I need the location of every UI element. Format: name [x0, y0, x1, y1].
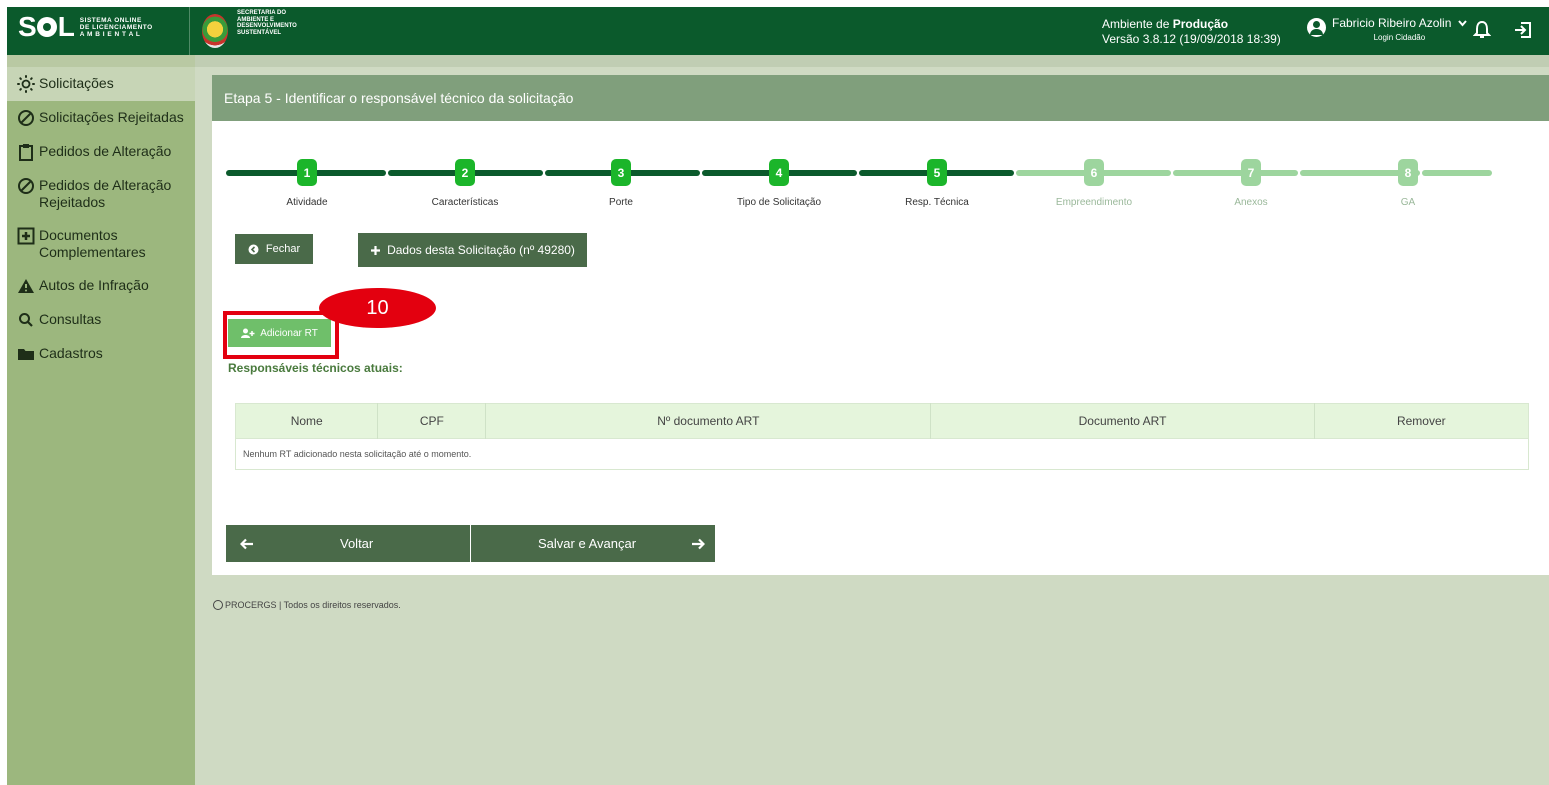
sun-icon: [17, 75, 35, 93]
step-2-node[interactable]: 2: [455, 159, 475, 186]
step-8-node: 8: [1398, 159, 1418, 186]
logout-icon[interactable]: [1513, 20, 1533, 40]
ban-icon: [17, 109, 35, 127]
login-type: Login Cidadão: [1373, 33, 1426, 42]
step-4-label: Tipo de Solicitação: [736, 197, 822, 208]
highlight-box: [223, 311, 339, 359]
arrow-right-icon: [692, 538, 706, 549]
sidebar-item-cadastros[interactable]: Cadastros: [7, 337, 195, 371]
sol-logo-word: SL: [18, 11, 75, 42]
sidebar-item-pedidos-alteracao-rejeitados[interactable]: Pedidos de Alteração Rejeitados: [7, 169, 195, 219]
bell-icon[interactable]: [1473, 20, 1491, 40]
request-details-button[interactable]: Dados desta Solicitação (nº 49280): [358, 233, 587, 267]
step-5-node[interactable]: 5: [927, 159, 947, 186]
back-button[interactable]: Voltar: [226, 525, 470, 562]
state-seal-icon: [202, 14, 228, 48]
column-header-nome: Nome: [235, 403, 379, 439]
table-row: Nenhum RT adicionado nesta solicitação a…: [235, 438, 1529, 470]
sidebar-item-autos-infracao[interactable]: Autos de Infração: [7, 269, 195, 303]
plus-square-icon: [17, 227, 35, 245]
rt-table: Nome CPF Nº documento ART Documento ART …: [235, 403, 1529, 470]
step-7-label: Anexos: [1234, 197, 1268, 208]
step-5-label: Resp. Técnica: [905, 197, 969, 208]
step-6-node: 6: [1084, 159, 1104, 186]
step-8-label: GA: [1400, 197, 1416, 208]
page-title: Etapa 5 - Identificar o responsável técn…: [212, 75, 1549, 121]
column-header-art-number: Nº documento ART: [485, 403, 932, 439]
table-header-row: Nome CPF Nº documento ART Documento ART …: [235, 403, 1529, 439]
sidebar-item-pedidos-alteracao[interactable]: Pedidos de Alteração: [7, 135, 195, 169]
sidebar-item-documentos-complementares[interactable]: Documentos Complementares: [7, 219, 195, 269]
column-header-remover: Remover: [1314, 403, 1529, 439]
step-1-label: Atividade: [286, 197, 328, 208]
save-next-button[interactable]: Salvar e Avançar: [471, 525, 715, 562]
step-6-label: Empreendimento: [1055, 197, 1133, 208]
sidebar-item-solicitacoes-rejeitadas[interactable]: Solicitações Rejeitadas: [7, 101, 195, 135]
step-3-node[interactable]: 3: [611, 159, 631, 186]
step-7-node: 7: [1241, 159, 1261, 186]
rt-section-title: Responsáveis técnicos atuais:: [228, 361, 403, 375]
footer: PROCERGS | Todos os direitos reservados.: [213, 600, 401, 610]
user-avatar-icon: [1307, 18, 1326, 37]
version-text: Versão 3.8.12 (19/09/2018 18:39): [1102, 32, 1281, 46]
user-menu[interactable]: Fabricio Ribeiro Azolin Login Cidadão: [1307, 16, 1467, 42]
header-divider: [189, 7, 190, 55]
clipboard-icon: [17, 143, 35, 161]
progress-stepper: 1 2 3 4 5 6 7 8 Atividade Característica…: [226, 159, 1492, 211]
close-button[interactable]: Fechar: [235, 234, 313, 264]
sidebar-item-solicitacoes[interactable]: Solicitações: [7, 67, 195, 101]
ban-icon: [17, 177, 35, 195]
step-4-node[interactable]: 4: [769, 159, 789, 186]
empty-table-message: Nenhum RT adicionado nesta solicitação a…: [235, 438, 1529, 470]
search-icon: [17, 311, 35, 329]
sidebar: Solicitações Solicitações Rejeitadas Ped…: [7, 55, 195, 785]
user-name: Fabricio Ribeiro Azolin: [1332, 16, 1452, 30]
sidebar-item-consultas[interactable]: Consultas: [7, 303, 195, 337]
folder-icon: [17, 345, 35, 363]
plus-icon: [371, 245, 381, 255]
environment-name: Produção: [1172, 17, 1229, 31]
column-header-art-document: Documento ART: [930, 403, 1315, 439]
column-header-cpf: CPF: [377, 403, 487, 439]
step-2-label: Características: [431, 197, 499, 208]
chevron-down-icon: [1457, 20, 1467, 27]
main-card: Etapa 5 - Identificar o responsável técn…: [212, 75, 1549, 575]
step-callout-badge: 10: [319, 288, 436, 328]
step-1-node[interactable]: 1: [297, 159, 317, 186]
procergs-logo-icon: [213, 600, 223, 610]
step-3-label: Porte: [609, 197, 633, 208]
sol-logo-subtitle: SISTEMA ONLINE DE LICENCIAMENTO A M B I …: [79, 16, 153, 38]
circle-back-icon: [248, 244, 259, 254]
arrow-left-icon: [240, 538, 253, 549]
top-bar: SL SISTEMA ONLINE DE LICENCIAMENTO A M B…: [7, 7, 1549, 55]
warning-icon: [17, 277, 35, 295]
environment-info: Ambiente de Produção Versão 3.8.12 (19/0…: [1102, 17, 1281, 46]
sema-logo: SECRETARIA DO AMBIENTE E DESENVOLVIMENTO…: [202, 10, 297, 48]
sema-text: SECRETARIA DO AMBIENTE E DESENVOLVIMENTO…: [237, 10, 297, 36]
sol-logo[interactable]: SL SISTEMA ONLINE DE LICENCIAMENTO A M B…: [18, 13, 153, 41]
